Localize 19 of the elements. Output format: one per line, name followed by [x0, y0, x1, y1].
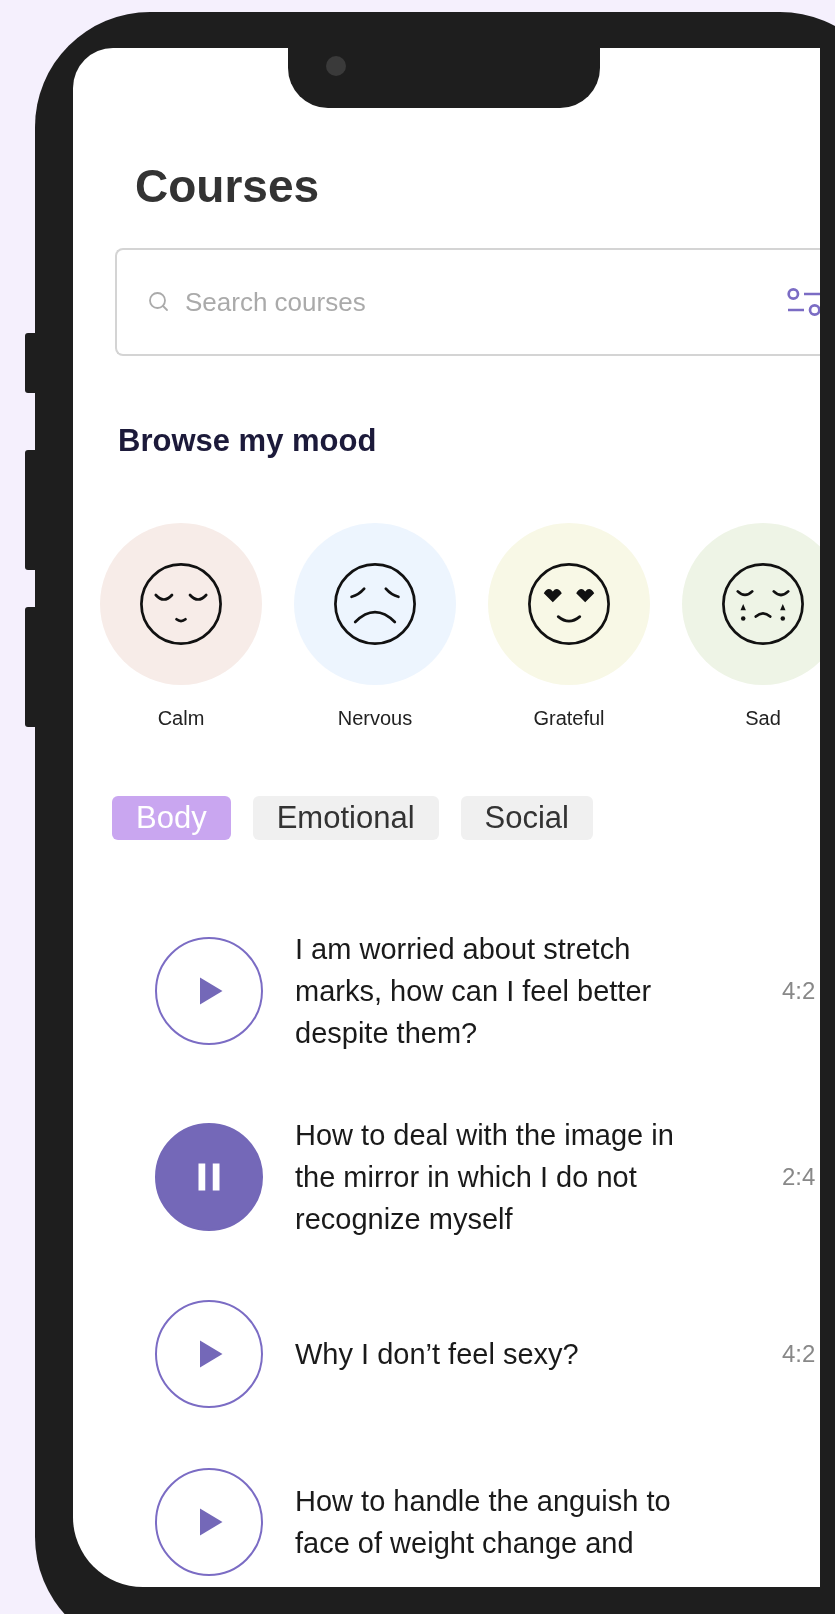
mood-label: Nervous	[337, 707, 413, 730]
course-title[interactable]: How to deal with the image in the mirror in which I do not recognize myself	[295, 1114, 715, 1240]
category-tab[interactable]: Social	[460, 796, 593, 840]
search-field[interactable]: Search courses	[183, 285, 772, 319]
course-title[interactable]: Why I don’t feel sexy?	[295, 1333, 715, 1375]
course-title[interactable]: How to handle the anguish to face of weight change and	[295, 1480, 715, 1564]
course-title[interactable]: I am worried about stretch marks, how can I feel better despite them?	[295, 928, 715, 1054]
mood-label: Sad	[745, 707, 781, 730]
course-duration: 4:2	[782, 977, 817, 1005]
search-bar[interactable]: Search courses	[115, 248, 820, 356]
search-icon	[147, 290, 171, 314]
camera-icon	[326, 56, 346, 76]
category-tab[interactable]: Emotional	[252, 796, 439, 840]
course-duration: 4:2	[782, 1340, 817, 1368]
mood-label: Grateful	[533, 707, 605, 730]
course-duration: 2:4	[782, 1163, 817, 1191]
screen-title: Courses	[135, 159, 321, 214]
section-title: Browse my mood	[118, 423, 378, 459]
mood-label: Calm	[157, 707, 205, 730]
